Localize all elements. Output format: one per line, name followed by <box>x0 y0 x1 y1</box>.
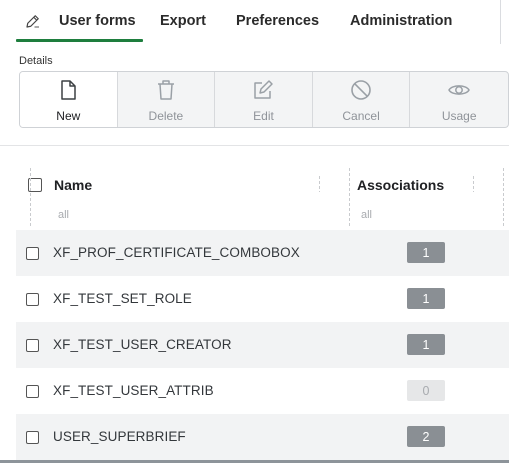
associations-badge: 2 <box>407 426 445 447</box>
row-checkbox[interactable] <box>26 247 39 260</box>
column-header-associations[interactable]: Associations <box>357 177 444 193</box>
row-checkbox[interactable] <box>26 339 39 352</box>
row-name: XF_TEST_SET_ROLE <box>53 291 192 306</box>
table-row[interactable]: XF_TEST_SET_ROLE 1 <box>16 276 509 322</box>
row-name: USER_SUPERBRIEF <box>53 429 186 444</box>
column-resize-handle[interactable] <box>319 176 320 192</box>
eye-icon <box>448 85 471 95</box>
edit-button[interactable]: Edit <box>215 72 313 127</box>
grid-top-divider <box>0 145 509 146</box>
details-toolbar: New Delete Edit Cancel Usage <box>19 71 509 128</box>
tab-user-forms[interactable]: User forms <box>16 0 143 42</box>
new-button[interactable]: New <box>20 72 118 127</box>
row-checkbox[interactable] <box>26 431 39 444</box>
associations-badge: 1 <box>407 242 445 263</box>
grid-header: Name Associations <box>16 168 509 200</box>
cancel-button[interactable]: Cancel <box>313 72 411 127</box>
tab-user-forms-label: User forms <box>59 13 136 29</box>
associations-badge: 0 <box>407 380 445 401</box>
filter-row <box>16 205 509 225</box>
trash-icon <box>157 80 174 100</box>
associations-badge: 1 <box>407 334 445 355</box>
tab-export[interactable]: Export <box>160 0 206 42</box>
delete-button[interactable]: Delete <box>118 72 216 127</box>
delete-button-label: Delete <box>148 109 184 123</box>
column-header-name[interactable]: Name <box>54 177 92 193</box>
nav-divider <box>500 0 501 44</box>
column-resize-handle[interactable] <box>473 176 474 192</box>
grid-body: XF_PROF_CERTIFICATE_COMBOBOX 1 XF_TEST_S… <box>16 230 509 460</box>
table-row[interactable]: XF_TEST_USER_CREATOR 1 <box>16 322 509 368</box>
associations-filter-input[interactable] <box>361 209 451 221</box>
row-name: XF_PROF_CERTIFICATE_COMBOBOX <box>53 245 300 260</box>
details-section-label: Details <box>19 55 53 67</box>
associations-badge: 1 <box>407 288 445 309</box>
usage-button-label: Usage <box>441 109 477 123</box>
edit-icon <box>254 80 274 99</box>
pencil-icon <box>24 12 42 30</box>
new-document-icon <box>61 80 77 100</box>
new-button-label: New <box>56 109 81 123</box>
row-name: XF_TEST_USER_CREATOR <box>53 337 232 352</box>
top-navigation: User forms Export Preferences Administra… <box>0 0 509 44</box>
table-row[interactable]: XF_TEST_USER_ATTRIB 0 <box>16 368 509 414</box>
table-row[interactable]: XF_PROF_CERTIFICATE_COMBOBOX 1 <box>16 230 509 276</box>
tab-administration[interactable]: Administration <box>350 0 452 42</box>
row-checkbox[interactable] <box>26 385 39 398</box>
cancel-icon <box>351 80 371 100</box>
edit-button-label: Edit <box>253 109 274 123</box>
name-filter-input[interactable] <box>58 209 148 221</box>
cancel-button-label: Cancel <box>342 109 380 123</box>
active-tab-indicator <box>16 39 143 42</box>
usage-button[interactable]: Usage <box>410 72 508 127</box>
tab-preferences[interactable]: Preferences <box>236 0 319 42</box>
row-name: XF_TEST_USER_ATTRIB <box>53 383 214 398</box>
row-checkbox[interactable] <box>26 293 39 306</box>
table-row[interactable]: USER_SUPERBRIEF 2 <box>16 414 509 460</box>
